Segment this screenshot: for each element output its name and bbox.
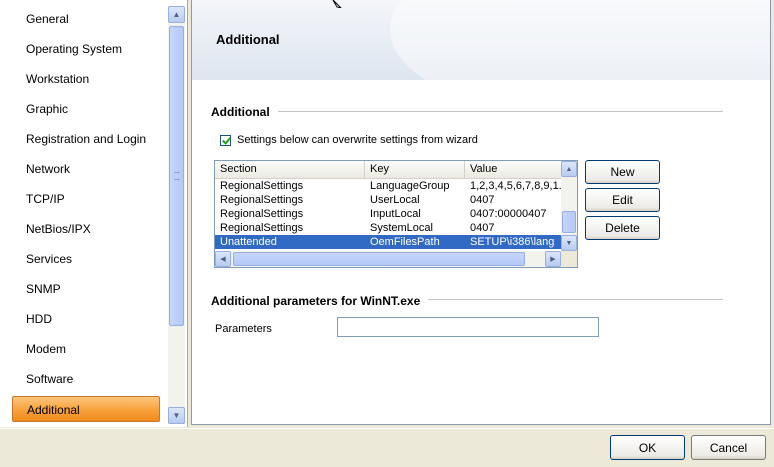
column-header-value[interactable]: Value: [465, 161, 561, 178]
ok-button[interactable]: OK: [610, 435, 685, 460]
sidebar-item-modem[interactable]: Modem: [12, 336, 160, 362]
table-cell-section: RegionalSettings: [220, 208, 304, 220]
sidebar-item-general[interactable]: General: [12, 6, 160, 32]
new-button[interactable]: New: [585, 160, 660, 184]
list-vertical-scrollbar[interactable]: ▲ ▼: [561, 161, 577, 251]
sidebar-item-software[interactable]: Software: [12, 366, 160, 392]
group-divider: [428, 299, 723, 300]
sidebar: General Operating System Workstation Graphi…: [0, 0, 188, 427]
table-cell-key: InputLocal: [370, 208, 421, 220]
group-title-additional: Additional: [211, 105, 270, 119]
table-cell-key: SystemLocal: [370, 222, 433, 234]
sidebar-item-tcp-ip[interactable]: TCP/IP: [12, 186, 160, 212]
table-cell-value: 0407: [470, 222, 495, 234]
settings-list[interactable]: Section Key Value RegionalSettings Langua…: [214, 160, 578, 268]
sidebar-item-snmp[interactable]: SNMP: [12, 276, 160, 302]
list-rows: RegionalSettings LanguageGroup 1,2,3,4,5,6…: [215, 179, 561, 251]
sidebar-item-hdd[interactable]: HDD: [12, 306, 160, 332]
sidebar-item-network[interactable]: Network: [12, 156, 160, 182]
scroll-up-icon[interactable]: ▲: [168, 6, 185, 23]
table-cell-value: 0407: [470, 194, 495, 206]
parameters-label: Parameters: [215, 323, 272, 335]
list-horizontal-scrollbar[interactable]: ◀ ▶: [215, 251, 561, 267]
column-header-key[interactable]: Key: [365, 161, 465, 178]
scroll-down-icon[interactable]: ▼: [561, 235, 577, 251]
table-row[interactable]: RegionalSettings SystemLocal 0407: [215, 221, 561, 235]
table-cell-key: UserLocal: [370, 194, 420, 206]
page-title: Additional: [216, 32, 280, 47]
group-divider: [278, 111, 723, 112]
sidebar-item-operating-system[interactable]: Operating System: [12, 36, 160, 62]
main-panel: Additional Additional Settings below can…: [191, 0, 771, 425]
delete-button[interactable]: Delete: [585, 216, 660, 240]
scroll-up-icon[interactable]: ▲: [561, 161, 577, 177]
scroll-right-icon[interactable]: ▶: [545, 251, 561, 267]
mouse-pointer-icon: [332, 0, 342, 8]
dialog-footer: OK Cancel: [0, 428, 774, 467]
table-cell-section: RegionalSettings: [220, 222, 304, 234]
list-hscroll-thumb[interactable]: [233, 252, 525, 266]
sidebar-item-netbios-ipx[interactable]: NetBios/IPX: [12, 216, 160, 242]
column-header-section[interactable]: Section: [215, 161, 365, 178]
table-row[interactable]: RegionalSettings UserLocal 0407: [215, 193, 561, 207]
overwrite-checkbox[interactable]: [220, 134, 231, 146]
sidebar-list: General Operating System Workstation Graphi…: [0, 0, 168, 427]
table-cell-value: 1,2,3,4,5,6,7,8,9,1...: [470, 180, 561, 192]
table-row[interactable]: Unattended OemFilesPath SETUP\i386\lang: [215, 235, 561, 249]
table-cell-key: OemFilesPath: [370, 236, 440, 248]
sidebar-scrollbar[interactable]: ▲ ▼: [168, 6, 185, 424]
table-row[interactable]: RegionalSettings InputLocal 0407:00000407: [215, 207, 561, 221]
table-cell-section: RegionalSettings: [220, 194, 304, 206]
scroll-corner: [561, 251, 577, 267]
group-title-parameters: Additional parameters for WinNT.exe: [211, 294, 421, 308]
scroll-left-icon[interactable]: ◀: [215, 251, 231, 267]
table-cell-section: RegionalSettings: [220, 180, 304, 192]
overwrite-checkbox-label: Settings below can overwrite settings fr…: [237, 134, 478, 146]
list-vscroll-thumb[interactable]: [562, 211, 576, 233]
parameters-input[interactable]: [337, 317, 599, 337]
table-cell-section: Unattended: [220, 236, 277, 248]
edit-button[interactable]: Edit: [585, 188, 660, 212]
sidebar-item-registration-and-login[interactable]: Registration and Login: [12, 126, 160, 152]
banner: Additional: [192, 0, 770, 80]
table-cell-value: 0407:00000407: [470, 208, 547, 220]
overwrite-checkbox-row[interactable]: Settings below can overwrite settings fr…: [220, 134, 478, 146]
sidebar-item-graphic[interactable]: Graphic: [12, 96, 160, 122]
list-header: Section Key Value: [215, 161, 561, 179]
sidebar-item-services[interactable]: Services: [12, 246, 160, 272]
sidebar-item-workstation[interactable]: Workstation: [12, 66, 160, 92]
scroll-down-icon[interactable]: ▼: [168, 407, 185, 424]
table-row[interactable]: RegionalSettings LanguageGroup 1,2,3,4,5,6…: [215, 179, 561, 193]
scrollbar-thumb[interactable]: [169, 26, 184, 326]
cancel-button[interactable]: Cancel: [691, 435, 766, 460]
table-cell-value: SETUP\i386\lang: [470, 236, 555, 248]
table-cell-key: LanguageGroup: [370, 180, 450, 192]
sidebar-item-additional[interactable]: Additional: [12, 396, 160, 422]
